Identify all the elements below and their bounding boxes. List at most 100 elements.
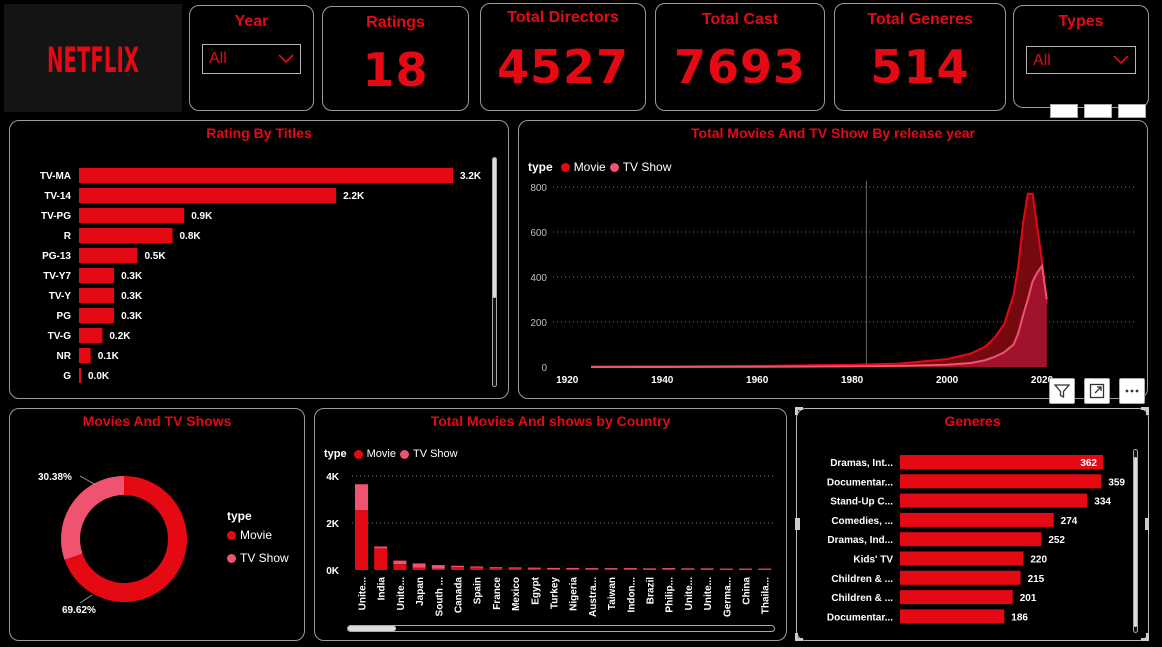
rating-value-label: 2.2K bbox=[343, 191, 365, 202]
country-legend-movie-label[interactable]: Movie bbox=[367, 448, 396, 460]
country-legend: type Movie TV Show bbox=[324, 448, 458, 460]
rating-bar bbox=[79, 368, 81, 383]
rating-category-label: G bbox=[63, 371, 71, 382]
generes-bar bbox=[900, 493, 1088, 508]
rating-bar-chart: TV-MA 3.2K TV-14 2.2K TV-PG 0.9K R 0.8K PG-13 0.5… bbox=[40, 168, 482, 383]
country-bar-tvshow bbox=[700, 568, 714, 570]
release-legend-title: type bbox=[528, 160, 553, 174]
legend-movie-dot bbox=[560, 162, 570, 172]
rating-bar bbox=[79, 208, 185, 223]
release-legend: type Movie TV Show bbox=[528, 160, 671, 174]
country-x-label: France bbox=[492, 577, 503, 610]
more-options-icon[interactable] bbox=[1118, 104, 1146, 118]
release-x-tick: 1940 bbox=[651, 375, 674, 386]
rating-scrollbar-thumb[interactable] bbox=[493, 158, 496, 298]
kpi-total-directors-title: Total Directors bbox=[507, 9, 619, 26]
year-dropdown[interactable]: All bbox=[202, 44, 301, 74]
release-x-tick: 2000 bbox=[936, 375, 959, 386]
rating-value-label: 0.3K bbox=[121, 311, 143, 322]
kpi-total-cast-value: 7693 bbox=[673, 40, 807, 94]
country-bar-tvshow bbox=[412, 563, 426, 568]
generes-value-label: 274 bbox=[1061, 516, 1078, 527]
country-y-tick: 0K bbox=[326, 566, 340, 577]
generes-category-label: Kids' TV bbox=[853, 555, 893, 566]
rating-value-label: 0.3K bbox=[121, 291, 143, 302]
rating-bar bbox=[79, 288, 115, 303]
generes-scrollbar-thumb[interactable] bbox=[1134, 457, 1137, 627]
country-card: Total Movies And shows by Country type M… bbox=[314, 408, 787, 641]
movies-tv-donut-chart: 69.62% 30.38% bbox=[38, 472, 188, 616]
generes-category-label: Documentar... bbox=[827, 477, 893, 488]
generes-bar bbox=[900, 512, 1054, 527]
rating-chart-title: Rating By Titles bbox=[206, 125, 312, 141]
types-dropdown[interactable]: All bbox=[1026, 46, 1136, 74]
rating-bar bbox=[79, 168, 453, 183]
country-bar-movie bbox=[431, 568, 445, 570]
generes-chart-title: Generes bbox=[944, 413, 1001, 429]
filter-icon[interactable] bbox=[1049, 378, 1075, 404]
donut-legend-tvshow[interactable]: TV Show bbox=[227, 551, 289, 565]
country-bar-tvshow bbox=[431, 565, 445, 569]
generes-card: Generes Dramas, Int... 362 Documentar... 35… bbox=[796, 408, 1149, 641]
legend-tvshow-label[interactable]: TV Show bbox=[623, 160, 672, 174]
resize-handle-br[interactable] bbox=[1141, 633, 1149, 641]
donut-legend-title: type bbox=[227, 509, 252, 523]
country-scrollbar-thumb[interactable] bbox=[348, 626, 396, 631]
country-x-label: Canada bbox=[454, 577, 465, 614]
legend-tvshow-dot bbox=[399, 449, 409, 459]
country-bar-movie bbox=[604, 569, 618, 571]
country-bar-tvshow bbox=[527, 567, 541, 569]
generes-category-label: Dramas, Ind... bbox=[827, 535, 893, 546]
generes-bar-chart: Dramas, Int... 362 Documentar... 359 Stand-U… bbox=[827, 455, 1125, 624]
kpi-total-directors: Total Directors 4527 bbox=[480, 3, 646, 111]
pin-icon[interactable] bbox=[1050, 104, 1078, 118]
donut-legend-movie[interactable]: Movie bbox=[227, 528, 289, 542]
country-bar-tvshow bbox=[643, 568, 656, 570]
country-bar-tvshow bbox=[451, 565, 464, 568]
donut-tvshow-pct: 30.38% bbox=[38, 472, 72, 483]
generes-category-label: Dramas, Int... bbox=[830, 458, 893, 469]
generes-bar bbox=[900, 455, 1103, 469]
country-scrollbar[interactable] bbox=[347, 625, 775, 632]
rating-scrollbar[interactable] bbox=[492, 157, 497, 387]
country-x-label: Unite... bbox=[358, 577, 369, 611]
rating-category-label: TV-Y bbox=[49, 291, 72, 302]
generes-category-label: Children & ... bbox=[831, 574, 893, 585]
resize-handle-bl[interactable] bbox=[795, 633, 803, 641]
country-x-label: India bbox=[377, 577, 388, 601]
rating-bar bbox=[79, 188, 337, 203]
generes-scrollbar[interactable] bbox=[1133, 449, 1138, 633]
country-bar-tvshow bbox=[604, 568, 618, 570]
resize-handle-right[interactable] bbox=[1145, 518, 1149, 530]
focus-mode-icon[interactable] bbox=[1084, 378, 1110, 404]
rating-category-label: TV-PG bbox=[41, 211, 71, 222]
rating-category-label: NR bbox=[57, 351, 72, 362]
rating-category-label: PG-13 bbox=[42, 251, 71, 262]
resize-handle-tl[interactable] bbox=[795, 407, 803, 415]
release-y-tick: 600 bbox=[530, 228, 547, 239]
release-x-tick: 1980 bbox=[841, 375, 864, 386]
resize-handle-left[interactable] bbox=[795, 518, 800, 530]
country-bar-movie bbox=[489, 568, 503, 570]
legend-movie-label[interactable]: Movie bbox=[574, 160, 606, 174]
focus-mode-icon[interactable] bbox=[1084, 104, 1112, 118]
country-bar-tvshow bbox=[662, 568, 676, 570]
rating-bar bbox=[79, 308, 115, 323]
release-area-0 bbox=[590, 193, 1047, 367]
rating-category-label: R bbox=[64, 231, 72, 242]
release-y-tick: 400 bbox=[530, 273, 547, 284]
country-x-label: Unite... bbox=[684, 577, 695, 611]
country-y-tick: 4K bbox=[326, 472, 340, 483]
country-x-label: Brazil bbox=[646, 577, 657, 604]
year-slicer-title: Year bbox=[234, 13, 269, 30]
country-x-label: Mexico bbox=[511, 577, 522, 611]
country-legend-tvshow-label[interactable]: TV Show bbox=[413, 448, 458, 460]
types-dropdown-value: All bbox=[1033, 52, 1051, 69]
country-stacked-bar-chart: 4K 2K 0K Unite... India Unite... Japan South ..… bbox=[326, 472, 775, 617]
more-options-icon[interactable] bbox=[1119, 378, 1145, 404]
country-x-label: Nigeria bbox=[569, 577, 580, 611]
country-bar-movie bbox=[585, 569, 599, 571]
resize-handle-tr[interactable] bbox=[1141, 407, 1149, 415]
country-bar-tvshow bbox=[739, 568, 752, 570]
country-bar-tvshow bbox=[585, 568, 599, 570]
